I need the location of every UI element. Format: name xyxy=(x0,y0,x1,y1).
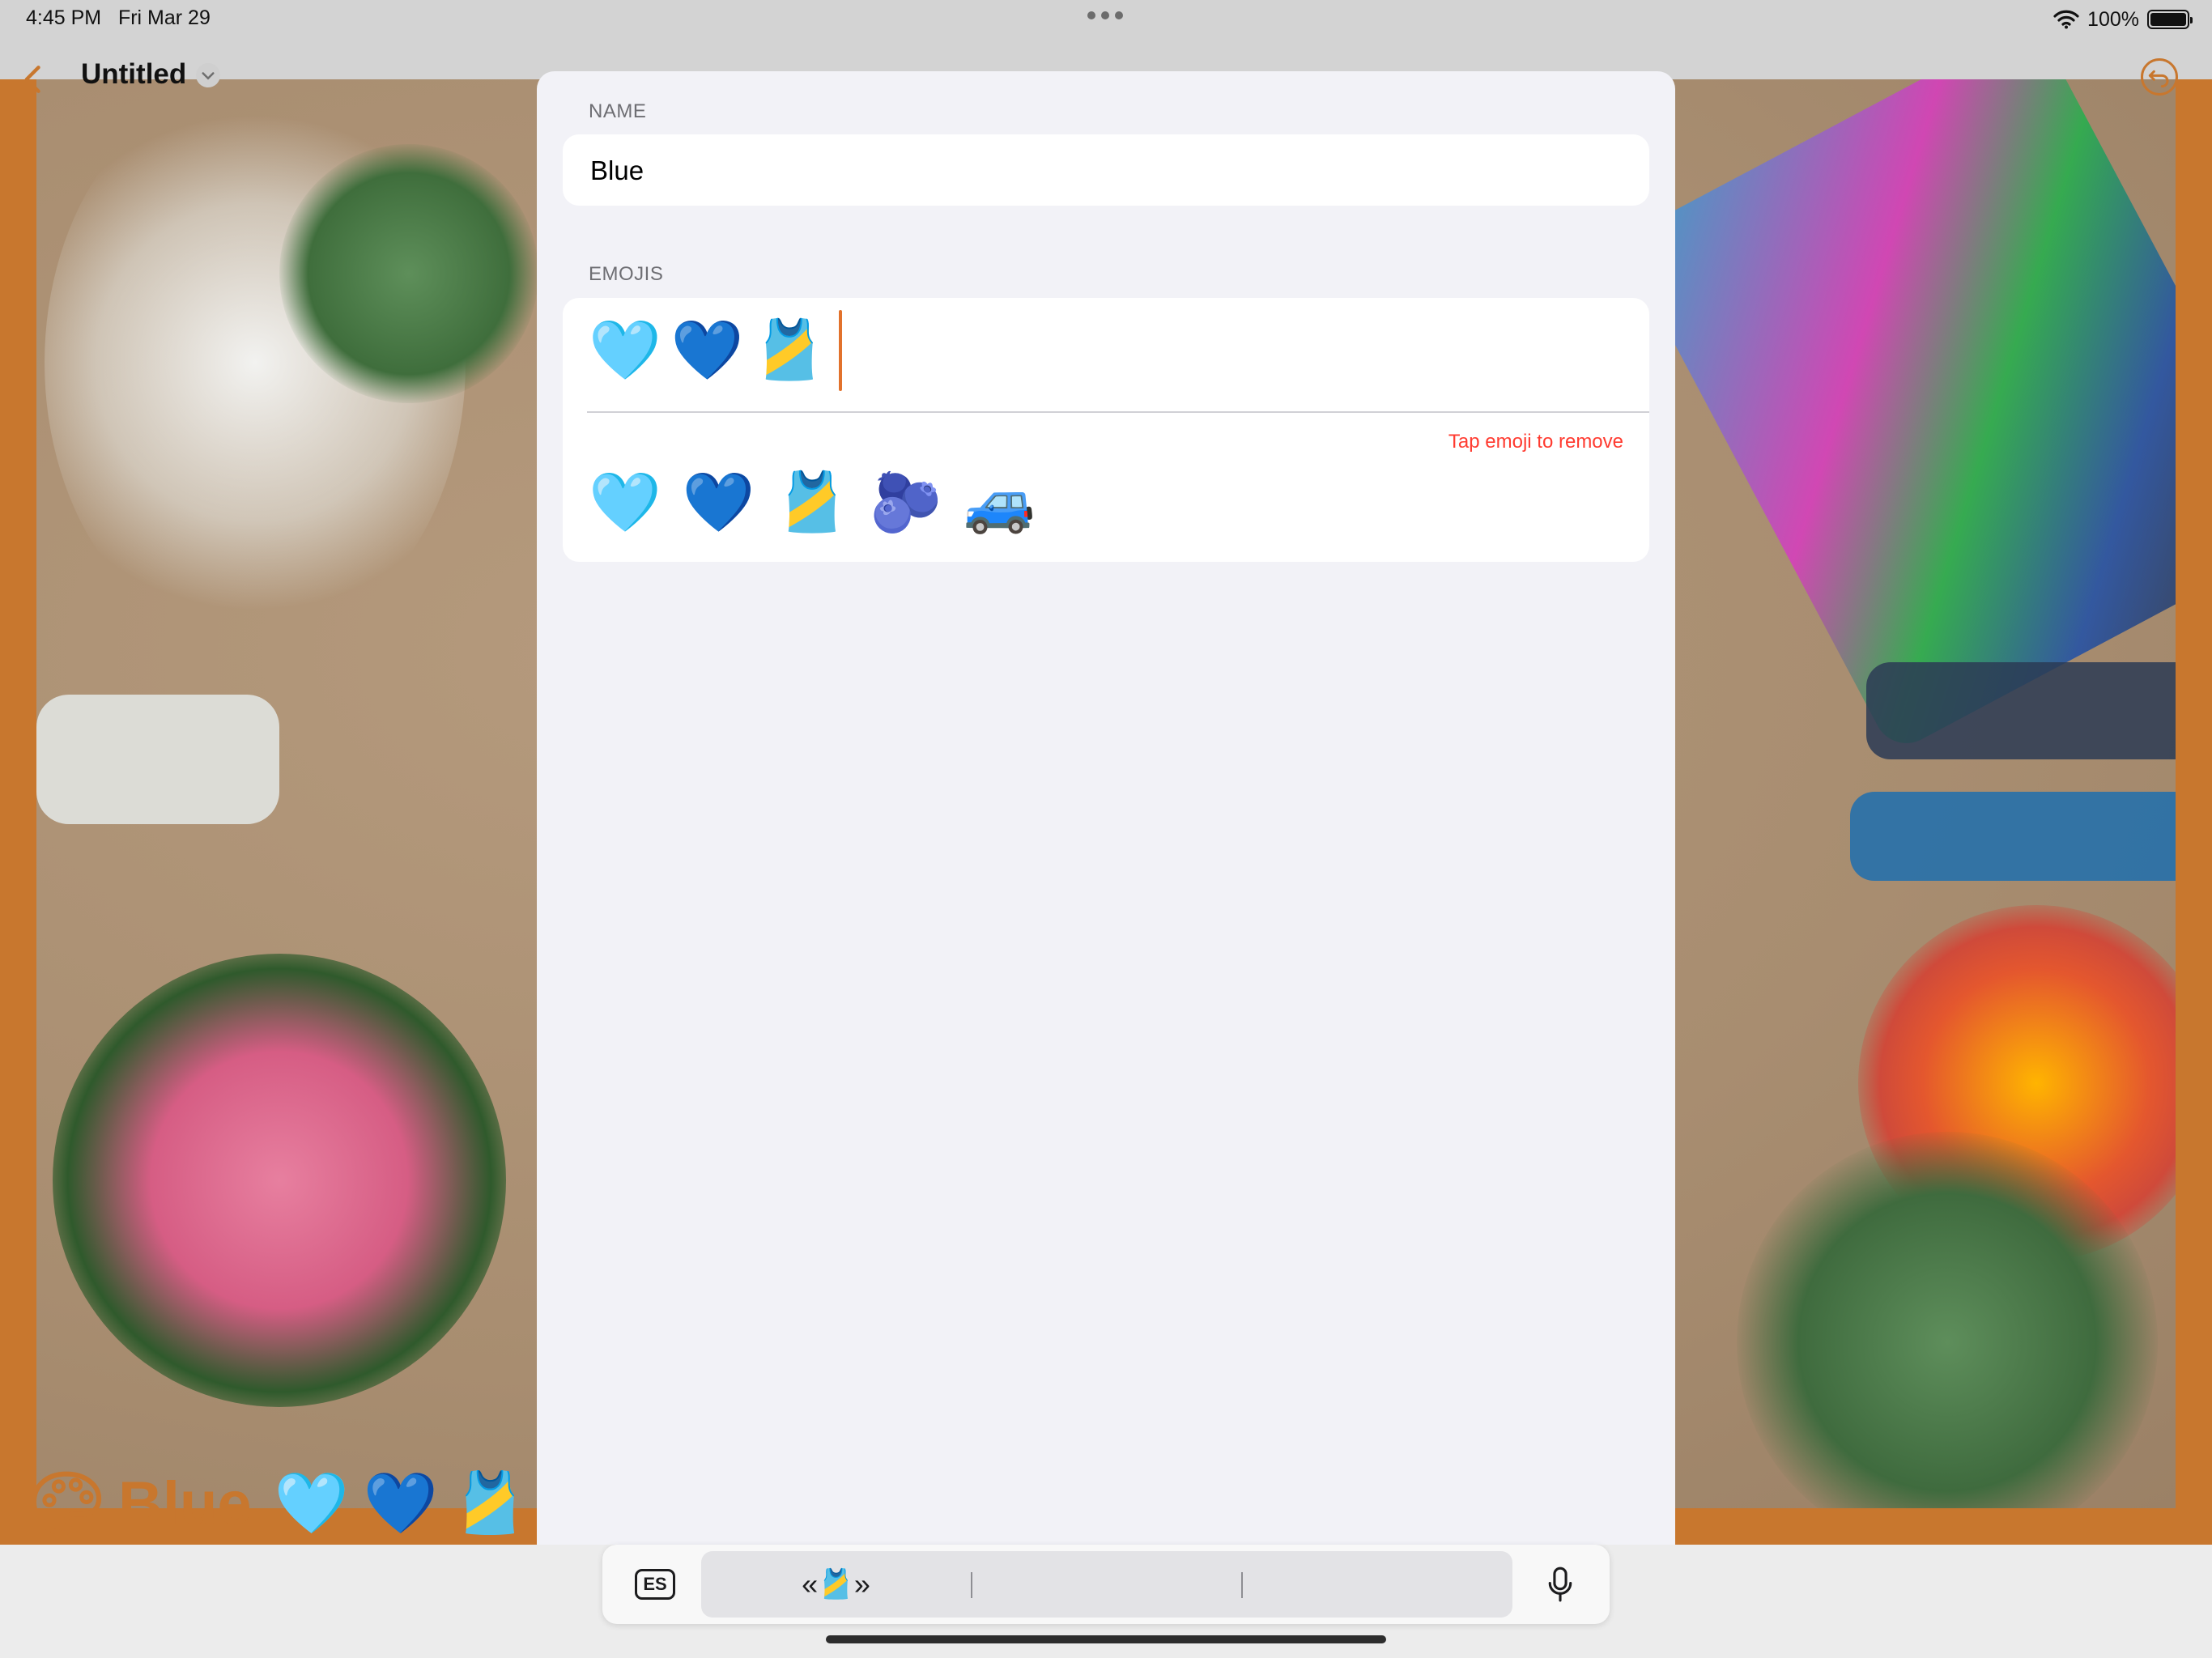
emojis-section-label: EMOJIS xyxy=(589,263,664,285)
language-switch-button[interactable]: ES xyxy=(635,1569,675,1600)
caption-emoji: 💙 xyxy=(363,1469,438,1537)
selected-emoji[interactable]: 🩵 xyxy=(589,321,661,380)
name-section-label: NAME xyxy=(589,100,647,122)
status-date: Fri Mar 29 xyxy=(117,6,211,29)
emojis-card: 🩵 💙 🎽 Tap emoji to remove 🩵 💙 🎽 🫐 🚙 xyxy=(563,298,1649,562)
selected-emoji[interactable]: 💙 xyxy=(671,321,744,380)
predictive-text-bar: «🎽» xyxy=(701,1551,1512,1618)
chevron-down-icon[interactable] xyxy=(196,63,220,87)
palette-icon xyxy=(31,1471,102,1536)
prediction-cell-empty[interactable] xyxy=(972,1551,1241,1618)
suggested-emoji[interactable]: 💙 xyxy=(683,474,755,532)
suggested-emoji[interactable]: 🫐 xyxy=(870,474,942,532)
status-clock: 4:45 PM xyxy=(26,6,102,29)
prediction-cell[interactable]: «🎽» xyxy=(701,1551,971,1618)
name-card xyxy=(563,134,1649,207)
selected-emoji[interactable]: 🎽 xyxy=(753,321,826,380)
wifi-icon xyxy=(2053,10,2079,29)
emoji-category-sheet: NAME EMOJIS 🩵 💙 🎽 Tap emoji to remove 🩵 … xyxy=(537,71,1675,1658)
name-field[interactable] xyxy=(589,134,1620,207)
category-caption: Blue 🩵 💙 🎽 xyxy=(29,1467,527,1540)
keyboard-suggestion-bar: ES «🎽» xyxy=(602,1545,1610,1624)
home-indicator[interactable] xyxy=(826,1635,1386,1643)
chevron-left-icon[interactable] xyxy=(16,62,52,97)
divider xyxy=(587,411,1649,413)
status-time: 4:45 PM Fri Mar 29 xyxy=(26,6,211,30)
status-indicators: 100% xyxy=(2053,5,2193,34)
caption-emoji: 🩵 xyxy=(274,1469,349,1537)
caption-emoji: 🎽 xyxy=(452,1469,528,1537)
undo-icon[interactable] xyxy=(2141,58,2178,96)
multitasking-dots-icon[interactable] xyxy=(1087,11,1125,23)
caption-name: Blue xyxy=(118,1469,252,1538)
screen: Untitled Blue 🩵 💙 🎽 4:45 PM Fri Mar 29 1… xyxy=(0,0,2212,1658)
suggested-emojis: 🩵 💙 🎽 🫐 🚙 xyxy=(589,466,1036,539)
document-title[interactable]: Untitled xyxy=(81,58,186,91)
suggested-emoji[interactable]: 🎽 xyxy=(776,474,849,532)
prediction-cell-empty[interactable] xyxy=(1243,1551,1512,1618)
battery-percent: 100% xyxy=(2087,7,2139,31)
suggested-emoji[interactable]: 🩵 xyxy=(589,474,661,532)
battery-icon xyxy=(2147,10,2193,29)
remove-hint: Tap emoji to remove xyxy=(1448,431,1623,453)
suggested-emoji[interactable]: 🚙 xyxy=(963,474,1036,532)
status-bar: 4:45 PM Fri Mar 29 100% xyxy=(0,0,2212,40)
microphone-icon[interactable] xyxy=(1546,1566,1574,1603)
selected-emojis-field[interactable]: 🩵 💙 🎽 xyxy=(589,310,842,391)
text-cursor xyxy=(838,310,842,391)
